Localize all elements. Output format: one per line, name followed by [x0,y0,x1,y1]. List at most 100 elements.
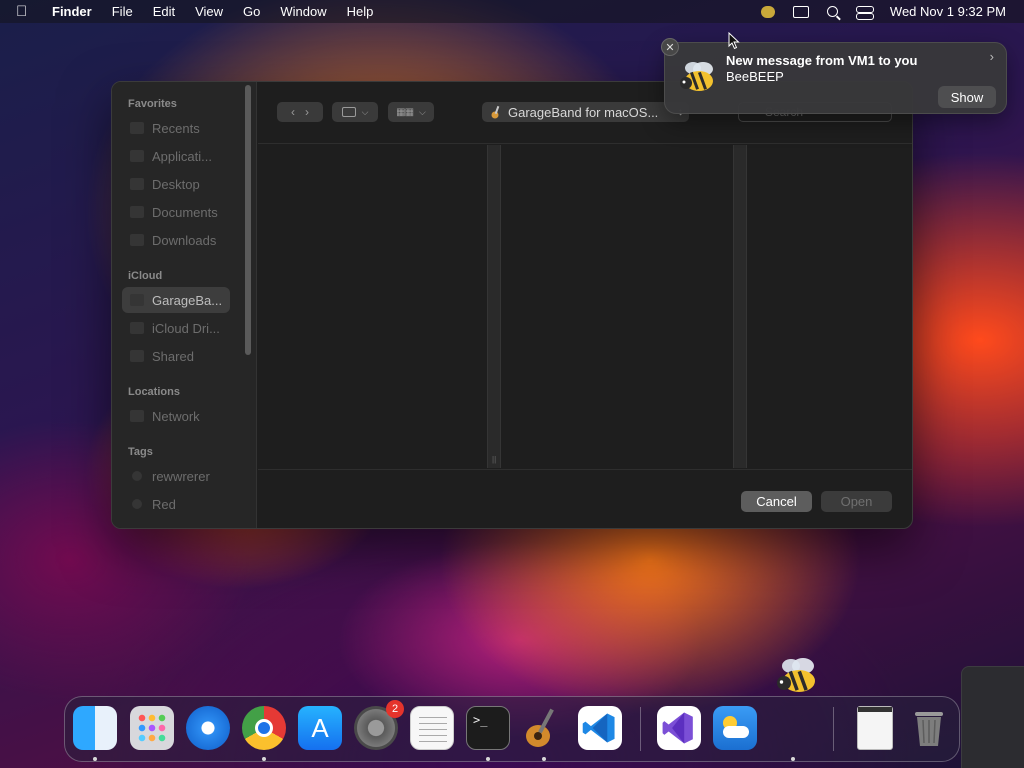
chevron-down-icon: ⌵ [361,106,369,117]
sidebar-item-label: rewwrerer [152,468,210,484]
desktop-icon [130,178,144,190]
notification-title: New message from VM1 to you [726,53,918,68]
dock-launchpad-icon[interactable] [130,706,174,750]
menu-edit[interactable]: Edit [153,4,175,19]
menu-help[interactable]: Help [347,4,374,19]
dock-vscode-icon[interactable] [578,706,622,750]
desktop-widget-panel[interactable] [961,666,1024,768]
globe-icon [130,410,144,422]
sidebar-section-locations: Locations [128,386,180,398]
sidebar-item-tag-rewwrerer[interactable]: rewwrerer [122,463,230,489]
sidebar-item-label: Network [152,408,200,424]
column-divider[interactable]: || [487,145,501,468]
dock-app-store-icon[interactable]: A [298,706,342,750]
sidebar-item-label: Applicati... [152,148,212,164]
menu-app-name[interactable]: Finder [52,4,92,19]
notification-banner[interactable]: ✕ New message from VM1 to you BeeBEEP › … [661,38,1007,114]
dock-separator [640,707,641,751]
sidebar-item-downloads[interactable]: Downloads [122,227,230,253]
dialog-sidebar: Favorites Recents Applicati... Desktop D… [112,82,257,528]
columns-view-icon [341,107,356,117]
sidebar-item-tag-red[interactable]: Red [122,491,230,517]
menu-file[interactable]: File [112,4,133,19]
sidebar-item-garageband[interactable]: GarageBa... [122,287,230,313]
sidebar-item-label: GarageBa... [152,292,223,308]
sidebar-scrollbar[interactable] [245,85,251,355]
view-mode-button[interactable]: ⌵ [332,102,378,122]
sidebar-item-icloud-drive[interactable]: iCloud Dri... [122,315,230,341]
dock-textedit-icon[interactable] [410,706,454,750]
chevron-down-icon: ⌵ [419,106,426,117]
sidebar-item-label: Desktop [152,176,200,192]
show-button[interactable]: Show [938,86,996,108]
sidebar-section-tags: Tags [128,446,153,458]
sidebar-item-label: Recents [152,120,200,136]
group-by-button[interactable]: ▦▦ ⌵ [388,102,434,122]
apple-icon[interactable]:  [16,3,38,20]
shared-folder-icon [130,350,144,362]
dock-preview-document-icon[interactable] [857,706,893,750]
document-icon [130,206,144,218]
sidebar-item-network[interactable]: Network [122,403,230,429]
dock-terminal-icon[interactable]: >_ [466,706,510,750]
dock-chrome-icon[interactable] [242,706,286,750]
dock-weather-icon[interactable] [713,706,757,750]
chevron-left-icon[interactable]: ‹ [291,105,295,119]
dock-running-indicator [486,757,490,761]
menu-window[interactable]: Window [280,4,326,19]
menu-clock[interactable]: Wed Nov 1 9:32 PM [890,4,1006,19]
dock-running-indicator [791,757,795,761]
dock-system-settings-icon[interactable]: 2 [354,700,404,750]
beebeep-icon[interactable] [760,5,775,18]
sidebar-item-desktop[interactable]: Desktop [122,171,230,197]
column-browser: || [258,145,912,468]
screen-mirroring-icon[interactable] [792,5,809,18]
sidebar-item-label: Red [152,496,176,512]
folder-icon [130,294,144,306]
open-button[interactable]: Open [821,491,892,512]
dock-visual-studio-icon[interactable] [657,706,701,750]
dock-running-indicator [262,757,266,761]
beebeep-desktop-icon[interactable] [773,654,821,698]
location-popup-label: GarageBand for macOS... [508,104,659,120]
resize-grip-icon[interactable]: || [492,455,496,464]
sidebar-section-favorites: Favorites [128,98,177,110]
open-file-dialog: Favorites Recents Applicati... Desktop D… [111,81,913,529]
sidebar-item-shared[interactable]: Shared [122,343,230,369]
garageband-icon [491,105,500,119]
clock-icon [130,122,144,134]
dialog-footer: Cancel Open [258,469,912,528]
sidebar-item-label: Shared [152,348,194,364]
dock-trash-icon[interactable] [907,706,951,750]
search-icon[interactable] [826,6,838,17]
mouse-pointer-icon [728,32,740,50]
cancel-button[interactable]: Cancel [741,491,812,512]
menu-bar:  Finder File Edit View Go Window Help W… [0,0,1024,23]
sidebar-section-icloud: iCloud [128,270,163,282]
sidebar-item-applications[interactable]: Applicati... [122,143,230,169]
sidebar-item-documents[interactable]: Documents [122,199,230,225]
download-icon [130,234,144,246]
dock: A 2 >_ [64,696,960,762]
menu-view[interactable]: View [195,4,223,19]
dock-finder-icon[interactable] [73,706,117,750]
tag-dot-icon [132,471,142,481]
notification-subtitle: BeeBEEP [726,69,784,84]
column-divider[interactable] [733,145,747,468]
back-forward-buttons[interactable]: ‹ › [277,102,323,122]
chevron-right-icon[interactable]: › [305,105,309,119]
dock-garageband-icon[interactable] [522,706,566,750]
dock-running-indicator [542,757,546,761]
dock-safari-icon[interactable] [186,706,230,750]
sidebar-item-label: Documents [152,204,218,220]
grid-icon: ▦▦ [396,106,414,118]
control-center-icon[interactable] [855,5,874,20]
tag-dot-icon [132,499,142,509]
dock-separator [833,707,834,751]
location-popup[interactable]: GarageBand for macOS... ↕ [482,102,689,122]
sidebar-item-recents[interactable]: Recents [122,115,230,141]
dock-running-indicator [93,757,97,761]
close-icon[interactable]: ✕ [661,38,679,56]
menu-go[interactable]: Go [243,4,260,19]
chevron-right-icon[interactable]: › [990,49,994,64]
